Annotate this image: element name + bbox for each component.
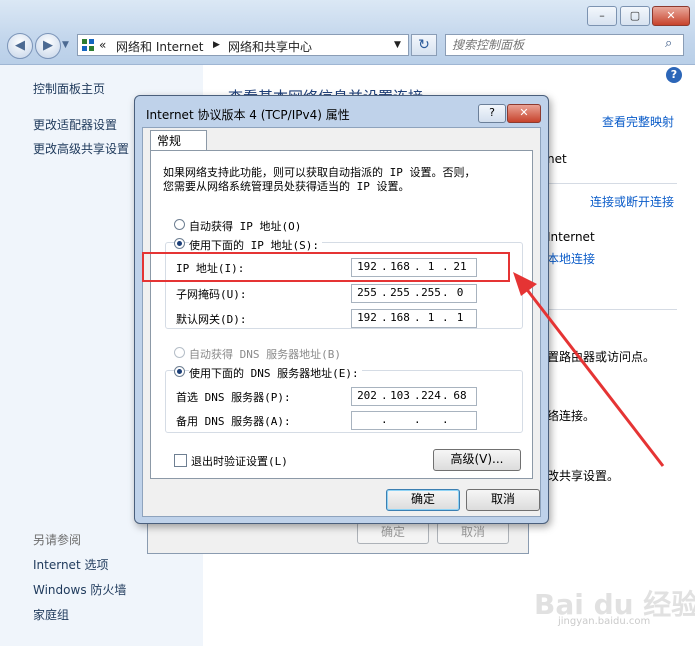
annotation-arrow-icon	[513, 272, 665, 467]
watermark-url: jingyan.baidu.com	[558, 616, 651, 627]
